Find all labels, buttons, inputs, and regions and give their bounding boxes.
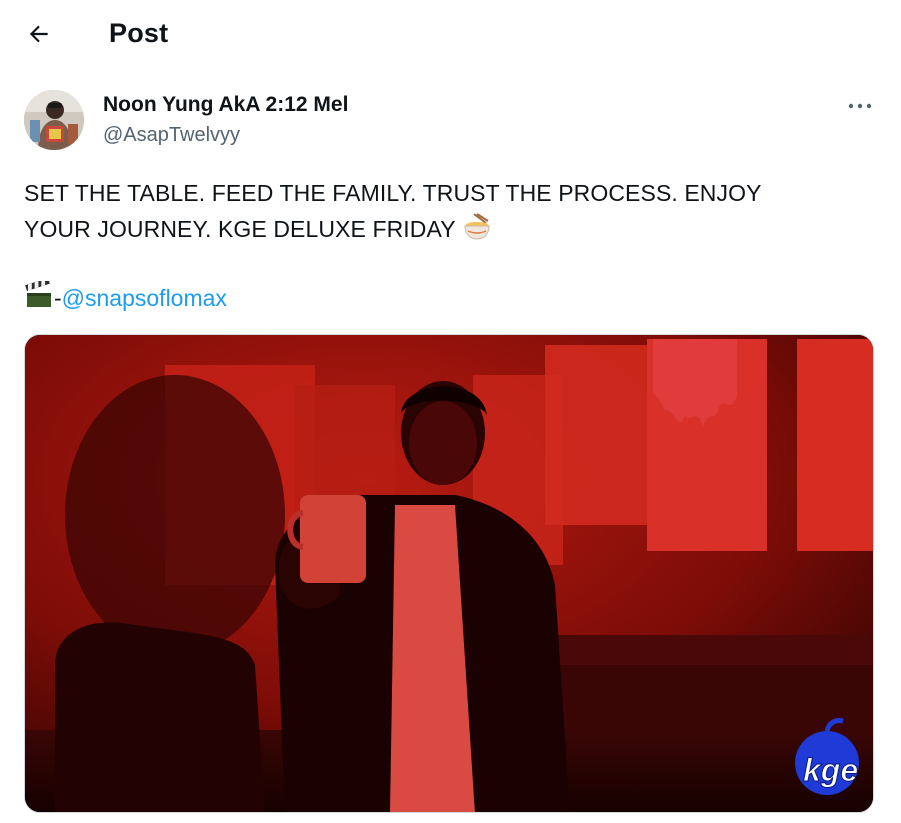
noodle-bowl-emoji	[462, 211, 492, 251]
top-bar: Post	[0, 0, 901, 70]
more-horizontal-icon	[848, 103, 872, 109]
avatar[interactable]	[24, 90, 84, 150]
post-text: SET THE TABLE. FEED THE FAMILY. TRUST TH…	[24, 175, 864, 251]
post-text-line-2: YOUR JOURNEY. KGE DELUXE FRIDAY	[24, 211, 864, 251]
clapper-board-emoji	[24, 277, 54, 319]
svg-text:kge: kge	[803, 752, 858, 788]
avatar-image	[24, 90, 84, 150]
post-video[interactable]: kge	[24, 334, 874, 813]
mention-link[interactable]: @snapsoflomax	[62, 285, 227, 311]
video-frame: kge	[25, 335, 873, 812]
post-text-line-1: SET THE TABLE. FEED THE FAMILY. TRUST TH…	[24, 180, 762, 206]
post-text-line-2-text: YOUR JOURNEY. KGE DELUXE FRIDAY	[24, 216, 456, 243]
arrow-left-icon	[29, 25, 48, 43]
credit-dash: -	[54, 285, 62, 311]
back-button[interactable]	[22, 17, 56, 51]
page-title: Post	[109, 18, 169, 48]
author-handle[interactable]: @AsapTwelvyy	[103, 124, 240, 147]
author-name[interactable]: Noon Yung AkA 2:12 Mel	[103, 93, 348, 117]
credit-line: -@snapsoflomax	[24, 277, 227, 319]
more-options-button[interactable]	[843, 93, 877, 119]
